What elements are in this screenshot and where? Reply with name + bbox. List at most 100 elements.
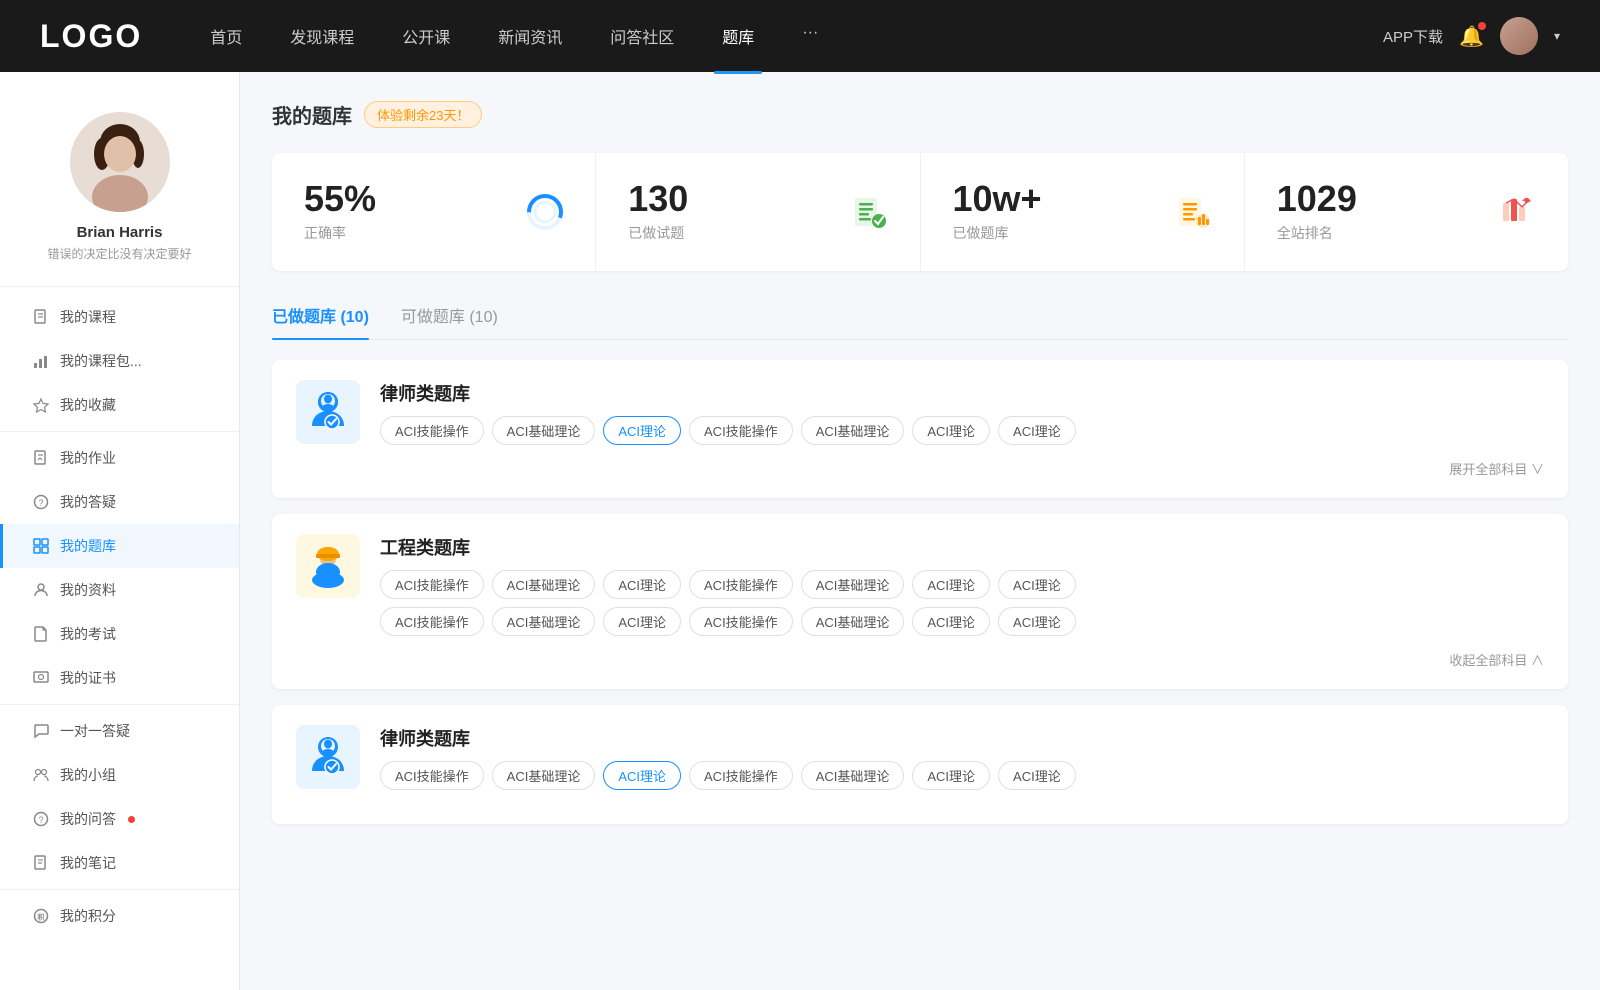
sidebar-divider-1 — [0, 431, 239, 432]
app-download-button[interactable]: APP下载 — [1383, 26, 1443, 47]
file-icon — [32, 625, 50, 643]
nav-news[interactable]: 新闻资讯 — [490, 20, 570, 52]
question-icon: ? — [32, 493, 50, 511]
sidebar-avatar — [70, 112, 170, 212]
bank-tag[interactable]: ACI理论 — [912, 416, 990, 445]
sidebar-item-my-points[interactable]: 积 我的积分 — [0, 894, 239, 938]
nav-discover[interactable]: 发现课程 — [282, 20, 362, 52]
sidebar-user-motto: 错误的决定比没有决定要好 — [47, 245, 191, 262]
nav-home[interactable]: 首页 — [202, 20, 250, 52]
sidebar-item-my-favorites[interactable]: 我的收藏 — [0, 383, 239, 427]
sidebar-label-my-materials: 我的资料 — [60, 580, 116, 600]
notification-bell[interactable]: 🔔 — [1459, 24, 1484, 49]
bank-tag[interactable]: ACI基础理论 — [801, 607, 905, 636]
expand-link-lawyer-1[interactable]: 展开全部科目 ∨ — [296, 459, 1544, 478]
note-icon — [32, 854, 50, 872]
sidebar-label-my-qa: 我的问答 — [60, 809, 116, 829]
bank-tag[interactable]: ACI技能操作 — [689, 761, 793, 790]
svg-text:?: ? — [38, 498, 43, 508]
bank-section-lawyer-1: 律师类题库 ACI技能操作ACI基础理论ACI理论ACI技能操作ACI基础理论A… — [272, 360, 1568, 498]
main-layout: Brian Harris 错误的决定比没有决定要好 我的课程 我的课程包... — [0, 72, 1600, 990]
bank-header-engineer: 工程类题库 ACI技能操作ACI基础理论ACI理论ACI技能操作ACI基础理论A… — [296, 534, 1544, 636]
sidebar-item-my-group[interactable]: 我的小组 — [0, 753, 239, 797]
svg-text:?: ? — [38, 815, 43, 825]
sidebar-divider-3 — [0, 889, 239, 890]
tab-done-banks[interactable]: 已做题库 (10) — [272, 295, 369, 339]
bank-tag[interactable]: ACI基础理论 — [801, 416, 905, 445]
nav-links: 首页 发现课程 公开课 新闻资讯 问答社区 题库 ··· — [202, 20, 1383, 52]
bank-tag[interactable]: ACI理论 — [912, 607, 990, 636]
bank-header-lawyer-2: 律师类题库 ACI技能操作ACI基础理论ACI理论ACI技能操作ACI基础理论A… — [296, 725, 1544, 790]
stat-card-done-questions: 130 已做试题 — [596, 153, 920, 271]
people-icon — [32, 581, 50, 599]
sidebar-item-my-notes[interactable]: 我的笔记 — [0, 841, 239, 885]
stat-info-ranking: 1029 全站排名 — [1277, 181, 1484, 243]
sidebar-item-my-homework[interactable]: 我的作业 — [0, 436, 239, 480]
stat-card-done-banks: 10w+ 已做题库 — [921, 153, 1245, 271]
stat-label-ranking: 全站排名 — [1277, 223, 1484, 243]
nav-open-course[interactable]: 公开课 — [394, 20, 458, 52]
grid-icon — [32, 537, 50, 555]
nav-more[interactable]: ··· — [794, 20, 826, 52]
edit-icon — [32, 449, 50, 467]
bank-tag[interactable]: ACI理论 — [912, 570, 990, 599]
lawyer-1-icon — [296, 380, 360, 444]
nav-question-bank[interactable]: 题库 — [714, 20, 762, 52]
bank-tag[interactable]: ACI基础理论 — [492, 570, 596, 599]
bank-tag[interactable]: ACI理论 — [603, 416, 681, 445]
sidebar-label-my-group: 我的小组 — [60, 765, 116, 785]
sidebar-item-my-bank[interactable]: 我的题库 — [0, 524, 239, 568]
stat-label-done-questions: 已做试题 — [628, 223, 835, 243]
bank-tag[interactable]: ACI理论 — [998, 570, 1076, 599]
stat-value-done-banks: 10w+ — [953, 181, 1160, 217]
bank-tag[interactable]: ACI理论 — [603, 607, 681, 636]
bank-tag[interactable]: ACI技能操作 — [380, 416, 484, 445]
user-avatar[interactable] — [1500, 17, 1538, 55]
sidebar-label-my-notes: 我的笔记 — [60, 853, 116, 873]
bank-tag[interactable]: ACI基础理论 — [801, 761, 905, 790]
star-icon — [32, 396, 50, 414]
sidebar-item-my-qa[interactable]: ? 我的问答 — [0, 797, 239, 841]
bank-tag[interactable]: ACI技能操作 — [380, 761, 484, 790]
bank-tag[interactable]: ACI理论 — [998, 761, 1076, 790]
sidebar-item-my-courses[interactable]: 我的课程 — [0, 295, 239, 339]
page-title: 我的题库 — [272, 100, 352, 129]
score-icon: 积 — [32, 907, 50, 925]
nav-qa[interactable]: 问答社区 — [602, 20, 682, 52]
bank-tag[interactable]: ACI技能操作 — [380, 607, 484, 636]
trial-badge[interactable]: 体验剩余23天！ — [364, 101, 482, 128]
bank-tag[interactable]: ACI基础理论 — [801, 570, 905, 599]
bank-tag[interactable]: ACI技能操作 — [689, 607, 793, 636]
user-menu-chevron[interactable]: ▾ — [1554, 29, 1560, 43]
bank-tag[interactable]: ACI技能操作 — [689, 416, 793, 445]
stat-info-done-questions: 130 已做试题 — [628, 181, 835, 243]
tab-available-banks[interactable]: 可做题库 (10) — [401, 295, 498, 339]
sidebar-label-one-on-one: 一对一答疑 — [60, 721, 130, 741]
bank-content-lawyer-1: 律师类题库 ACI技能操作ACI基础理论ACI理论ACI技能操作ACI基础理论A… — [380, 380, 1544, 445]
bank-tag[interactable]: ACI理论 — [603, 761, 681, 790]
sidebar-item-my-certificates[interactable]: 我的证书 — [0, 656, 239, 700]
bank-tag[interactable]: ACI基础理论 — [492, 416, 596, 445]
stat-info-accuracy: 55% 正确率 — [304, 181, 511, 243]
sidebar-item-my-materials[interactable]: 我的资料 — [0, 568, 239, 612]
sidebar-item-one-on-one[interactable]: 一对一答疑 — [0, 709, 239, 753]
stat-value-ranking: 1029 — [1277, 181, 1484, 217]
sidebar-item-my-exams[interactable]: 我的考试 — [0, 612, 239, 656]
sidebar-item-my-questions[interactable]: ? 我的答疑 — [0, 480, 239, 524]
bank-tag[interactable]: ACI理论 — [998, 607, 1076, 636]
bank-tag[interactable]: ACI理论 — [912, 761, 990, 790]
sidebar-item-my-packages[interactable]: 我的课程包... — [0, 339, 239, 383]
logo[interactable]: LOGO — [40, 18, 142, 55]
accuracy-icon — [527, 194, 563, 230]
bank-tag[interactable]: ACI基础理论 — [492, 761, 596, 790]
bank-tag[interactable]: ACI技能操作 — [689, 570, 793, 599]
bank-tag[interactable]: ACI理论 — [998, 416, 1076, 445]
sidebar-divider-2 — [0, 704, 239, 705]
page-header: 我的题库 体验剩余23天！ — [272, 100, 1568, 129]
stat-card-ranking: 1029 全站排名 — [1245, 153, 1568, 271]
bank-tag[interactable]: ACI理论 — [603, 570, 681, 599]
expand-link-engineer[interactable]: 收起全部科目 ∧ — [296, 650, 1544, 669]
bank-tag[interactable]: ACI基础理论 — [492, 607, 596, 636]
bank-tag[interactable]: ACI技能操作 — [380, 570, 484, 599]
tags-row-engineer-1: ACI技能操作ACI基础理论ACI理论ACI技能操作ACI基础理论ACI理论AC… — [380, 570, 1544, 599]
